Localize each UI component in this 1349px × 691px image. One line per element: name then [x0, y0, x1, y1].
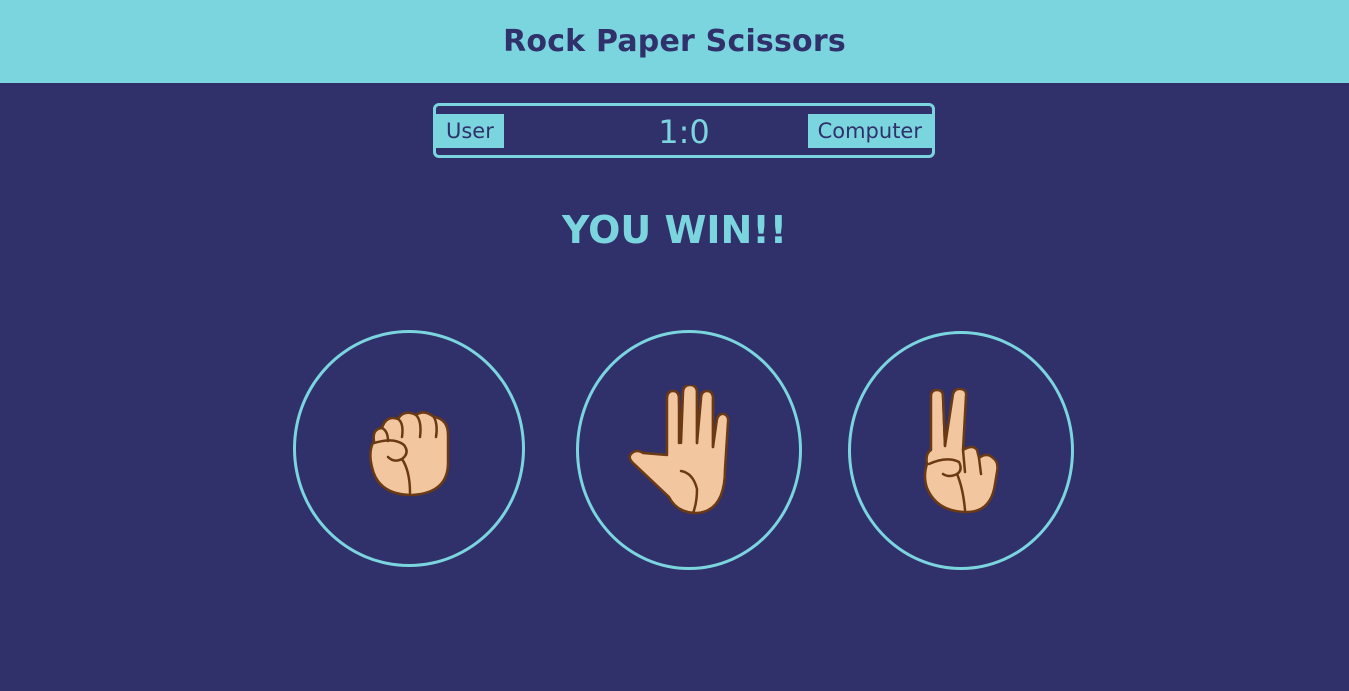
app-header: Rock Paper Scissors [0, 0, 1349, 83]
result-message: YOU WIN!! [561, 208, 788, 252]
paper-choice-button[interactable] [576, 330, 802, 570]
computer-score-label: Computer [807, 114, 932, 148]
paper-hand-icon [628, 385, 730, 515]
app-title: Rock Paper Scissors [503, 24, 846, 59]
scissors-choice-button[interactable] [848, 331, 1074, 570]
scoreboard: User 1:0 Computer [433, 103, 935, 158]
rock-choice-button[interactable] [293, 330, 525, 567]
rock-fist-icon [369, 410, 450, 496]
scissors-victory-hand-icon [923, 387, 999, 513]
